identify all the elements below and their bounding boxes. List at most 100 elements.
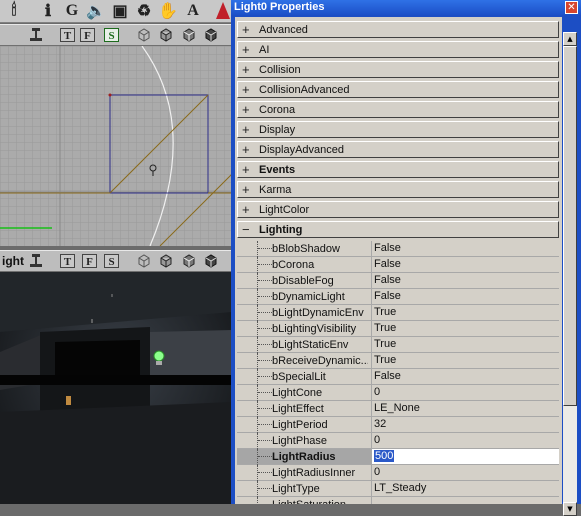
vertical-scrollbar[interactable]: ▲ ▼ <box>563 32 577 516</box>
tree-branch <box>258 280 272 281</box>
category-events[interactable]: + Events <box>237 161 559 178</box>
lit-cube-icon[interactable] <box>203 253 219 269</box>
category-lightcolor[interactable]: + LightColor <box>237 201 559 218</box>
expand-icon[interactable]: + <box>242 22 250 37</box>
property-row[interactable]: LightRadius 500 <box>237 449 559 465</box>
expand-icon[interactable]: + <box>242 42 250 57</box>
property-row[interactable]: LightRadiusInner 0 <box>237 465 559 481</box>
top-viewport[interactable] <box>0 46 232 246</box>
property-row[interactable]: bDisableFog False <box>237 273 559 289</box>
zone-cube-icon[interactable] <box>158 27 174 43</box>
window-frame: + Advanced + AI + Collision + CollisionAdvanced… <box>231 15 581 516</box>
property-row[interactable]: bReceiveDynamic... True <box>237 353 559 369</box>
property-value[interactable]: True <box>371 337 559 352</box>
category-displayadvanced[interactable]: + DisplayAdvanced <box>237 141 559 158</box>
category-label: LightColor <box>259 204 310 216</box>
property-value[interactable]: False <box>371 241 559 256</box>
window-titlebar[interactable]: Light0 Properties ✕ <box>231 0 581 15</box>
expand-icon[interactable]: + <box>242 142 250 157</box>
category-display[interactable]: + Display <box>237 121 559 138</box>
textured-cube-icon[interactable] <box>181 27 197 43</box>
property-row[interactable]: LightEffect LE_None <box>237 401 559 417</box>
category-corona[interactable]: + Corona <box>237 101 559 118</box>
wireframe-cube-icon[interactable] <box>136 253 152 269</box>
property-value[interactable]: True <box>371 353 559 368</box>
expand-icon[interactable]: + <box>242 202 250 217</box>
property-row[interactable]: bCorona False <box>237 257 559 273</box>
property-row[interactable]: LightCone 0 <box>237 385 559 401</box>
property-row[interactable]: LightPhase 0 <box>237 433 559 449</box>
property-value[interactable]: False <box>371 369 559 384</box>
property-value[interactable]: 0 <box>371 433 559 448</box>
viewport-pin-icon[interactable] <box>28 253 44 269</box>
expand-icon[interactable]: + <box>242 62 250 77</box>
side-view-button[interactable]: S <box>104 254 119 268</box>
property-row[interactable]: bSpecialLit False <box>237 369 559 385</box>
category-collisionadvanced[interactable]: + CollisionAdvanced <box>237 81 559 98</box>
property-value[interactable] <box>371 497 559 504</box>
lit-cube-icon[interactable] <box>203 27 219 43</box>
close-button[interactable]: ✕ <box>565 1 578 14</box>
property-row[interactable]: LightPeriod 32 <box>237 417 559 433</box>
side-view-button[interactable]: S <box>104 28 119 42</box>
property-name: LightPhase <box>272 435 328 447</box>
top-view-button[interactable]: T <box>60 28 75 42</box>
category-collision[interactable]: + Collision <box>237 61 559 78</box>
tree-line <box>257 417 270 433</box>
category-karma[interactable]: + Karma <box>237 181 559 198</box>
collapse-icon[interactable]: − <box>242 222 250 237</box>
expand-icon[interactable]: + <box>242 182 250 197</box>
property-row[interactable]: bLightDynamicEnv True <box>237 305 559 321</box>
scroll-thumb[interactable] <box>563 46 577 406</box>
property-name: bReceiveDynamic... <box>272 355 368 367</box>
property-row[interactable]: bDynamicLight False <box>237 289 559 305</box>
perspective-viewport[interactable] <box>0 272 232 504</box>
property-value[interactable]: 32 <box>371 417 559 432</box>
font-browser-button[interactable]: A <box>183 1 203 20</box>
tree-branch <box>258 424 272 425</box>
property-value[interactable]: 0 <box>371 385 559 400</box>
property-value[interactable]: 0 <box>371 465 559 480</box>
scroll-down-icon[interactable]: ▼ <box>563 502 577 516</box>
property-name: LightEffect <box>272 403 324 415</box>
property-row[interactable]: LightSaturation <box>237 497 559 504</box>
property-value[interactable]: True <box>371 321 559 336</box>
tree-line <box>257 273 270 289</box>
texture-browser-icon[interactable]: ▣ <box>110 1 130 20</box>
zone-cube-icon[interactable] <box>158 253 174 269</box>
property-value[interactable]: False <box>371 273 559 288</box>
info-icon[interactable]: ℹ <box>38 1 58 20</box>
property-value[interactable]: True <box>371 305 559 320</box>
group-tool-button[interactable]: G <box>62 1 82 20</box>
front-view-button[interactable]: F <box>82 254 97 268</box>
scroll-up-icon[interactable]: ▲ <box>563 32 577 46</box>
top-view-button[interactable]: T <box>60 254 75 268</box>
property-value[interactable]: False <box>371 257 559 272</box>
expand-icon[interactable]: + <box>242 82 250 97</box>
category-label: DisplayAdvanced <box>259 144 344 156</box>
expand-icon[interactable]: + <box>242 162 250 177</box>
sound-tool-icon[interactable]: 🔈 <box>86 1 106 20</box>
viewport-pin-icon[interactable] <box>28 27 44 43</box>
property-row[interactable]: bLightingVisibility True <box>237 321 559 337</box>
selected-value-text[interactable]: 500 <box>374 450 395 462</box>
category-advanced[interactable]: + Advanced <box>237 21 559 38</box>
textured-cube-icon[interactable] <box>181 253 197 269</box>
property-value-input[interactable]: 500 <box>371 449 559 464</box>
category-lighting[interactable]: − Lighting <box>237 221 559 238</box>
property-value[interactable]: LE_None <box>371 401 559 416</box>
property-row[interactable]: bLightStaticEnv True <box>237 337 559 353</box>
category-ai[interactable]: + AI <box>237 41 559 58</box>
expand-icon[interactable]: + <box>242 122 250 137</box>
actor-tool-icon[interactable]: 🕯 <box>4 1 24 20</box>
property-row[interactable]: LightType LT_Steady <box>237 481 559 497</box>
front-view-button[interactable]: F <box>80 28 95 42</box>
animation-browser-icon[interactable]: ✋ <box>158 1 178 20</box>
wireframe-cube-icon[interactable] <box>136 27 152 43</box>
property-value[interactable]: LT_Steady <box>371 481 559 496</box>
mesh-browser-icon[interactable]: ♻ <box>134 1 154 20</box>
property-row[interactable]: bBlobShadow False <box>237 241 559 257</box>
triangle-tool-icon[interactable] <box>216 2 230 19</box>
property-value[interactable]: False <box>371 289 559 304</box>
expand-icon[interactable]: + <box>242 102 250 117</box>
